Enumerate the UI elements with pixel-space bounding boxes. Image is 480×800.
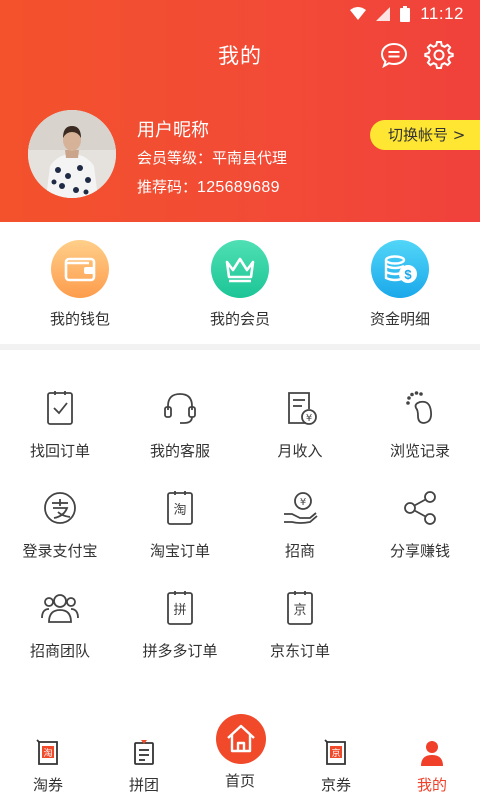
nav-item-group-buy[interactable]: 拼团 — [96, 738, 192, 795]
jd-char: 京 — [293, 603, 306, 618]
grid-label: 浏览记录 — [389, 442, 450, 460]
quick-item-member[interactable]: 我的会员 — [170, 240, 310, 329]
grid-item-alipay-login[interactable]: 登录支付宝 — [0, 488, 120, 561]
nav-item-taobao-coupon[interactable]: 淘 淘券 — [0, 738, 96, 795]
taobao-order-icon: 淘 — [167, 491, 193, 525]
grid-item-pdd-order[interactable]: 拼 拼多多订单 — [120, 588, 240, 661]
jd-coupon-icon: 京 — [324, 739, 346, 765]
user-icon — [421, 741, 443, 766]
hand-coin-icon: ¥ — [284, 492, 318, 524]
quick-actions: 我的钱包 我的会员 $ 资金明细 — [0, 222, 480, 344]
home-icon — [227, 724, 255, 753]
share-icon — [404, 491, 436, 525]
avatar[interactable] — [28, 110, 116, 198]
grid-item-investment[interactable]: ¥ 招商 — [240, 488, 360, 561]
profile-header: 11:12 我的 用户昵称 会员等级：平南县代理 推荐码：125689689 切… — [0, 0, 480, 222]
screen: 11:12 我的 用户昵称 会员等级：平南县代理 推荐码：125689689 切… — [0, 0, 480, 800]
grid-item-browse-history[interactable]: 浏览记录 — [360, 388, 480, 461]
headset-icon — [164, 393, 196, 424]
switch-account-button[interactable]: 切换帐号 > — [370, 120, 480, 150]
status-time: 11:12 — [420, 4, 464, 23]
taobao-coupon-icon: 淘 — [36, 739, 58, 765]
svg-text:¥: ¥ — [306, 413, 312, 424]
footprint-icon — [406, 391, 433, 424]
svg-text:$: $ — [404, 267, 412, 282]
group-buy-icon — [134, 740, 154, 765]
alipay-icon — [44, 492, 76, 524]
grid-label: 找回订单 — [29, 442, 90, 460]
grid-label: 分享赚钱 — [389, 542, 450, 560]
crown-icon — [211, 240, 269, 298]
referral-code-value: 125689689 — [197, 179, 280, 196]
pdd-order-icon: 拼 — [167, 591, 193, 625]
status-bar: 11:12 — [0, 0, 480, 28]
nav-badge-taobao: 淘 — [43, 747, 52, 759]
quick-item-funds[interactable]: $ 资金明细 — [330, 240, 470, 329]
order-check-icon — [47, 391, 73, 425]
member-level: 会员等级：平南县代理 — [137, 147, 287, 168]
grid-item-monthly-income[interactable]: ¥ 月收入 — [240, 388, 360, 461]
grid-label: 拼多多订单 — [142, 642, 218, 660]
member-level-value: 平南县代理 — [212, 149, 288, 167]
nav-label: 拼团 — [128, 776, 159, 794]
home-button[interactable] — [216, 714, 266, 764]
section-divider — [0, 344, 480, 350]
coins-icon: $ — [371, 240, 429, 298]
battery-icon — [400, 6, 411, 22]
grid-item-share-earn[interactable]: 分享赚钱 — [360, 488, 480, 561]
svg-text:¥: ¥ — [300, 497, 306, 508]
referral-code-label: 推荐码： — [137, 178, 198, 196]
nav-label: 我的 — [416, 776, 447, 794]
grid-item-customer-service[interactable]: 我的客服 — [120, 388, 240, 461]
quick-label-member: 我的会员 — [209, 310, 270, 328]
referral-code: 推荐码：125689689 — [137, 176, 280, 197]
income-icon: ¥ — [288, 392, 317, 425]
grid-label: 招商团队 — [29, 642, 90, 660]
grid-label: 淘宝订单 — [149, 542, 210, 560]
grid-label: 我的客服 — [149, 442, 210, 460]
member-level-label: 会员等级： — [137, 149, 213, 167]
grid-item-retrieve-order[interactable]: 找回订单 — [0, 388, 120, 461]
taobao-char: 淘 — [173, 503, 186, 518]
grid-label: 京东订单 — [269, 642, 330, 660]
avatar-image — [28, 110, 116, 198]
grid-item-investment-team[interactable]: 招商团队 — [0, 588, 120, 661]
signal-icon — [376, 7, 391, 21]
wallet-icon — [51, 240, 109, 298]
wifi-icon — [350, 7, 367, 20]
nav-label-home[interactable]: 首页 — [192, 770, 288, 791]
grid-item-taobao-order[interactable]: 淘 淘宝订单 — [120, 488, 240, 561]
grid-label: 登录支付宝 — [22, 542, 98, 560]
nav-item-jd-coupon[interactable]: 京 京券 — [288, 738, 384, 795]
grid-label: 月收入 — [277, 442, 323, 460]
message-icon[interactable] — [379, 40, 409, 70]
jd-order-icon: 京 — [287, 591, 313, 625]
nav-label: 京券 — [320, 776, 351, 794]
quick-item-wallet[interactable]: 我的钱包 — [10, 240, 150, 329]
nav-label: 淘券 — [32, 776, 63, 794]
nav-badge-jd: 京 — [331, 747, 340, 759]
nav-item-mine[interactable]: 我的 — [384, 738, 480, 795]
grid-item-jd-order[interactable]: 京 京东订单 — [240, 588, 360, 661]
status-icons: 11:12 — [350, 4, 464, 24]
settings-gear-icon[interactable] — [424, 40, 454, 70]
pdd-char: 拼 — [173, 603, 186, 618]
nickname: 用户昵称 — [137, 120, 209, 141]
quick-label-wallet: 我的钱包 — [49, 310, 110, 328]
quick-label-funds: 资金明细 — [369, 310, 430, 328]
team-icon — [41, 594, 79, 623]
grid-label: 招商 — [284, 542, 315, 560]
